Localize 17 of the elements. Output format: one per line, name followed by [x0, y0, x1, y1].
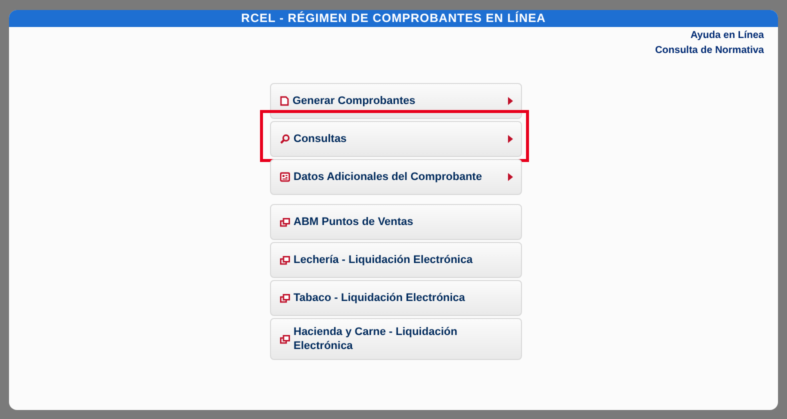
menu-item[interactable]: Tabaco - Liquidación Electrónica	[270, 280, 522, 316]
menu-item[interactable]: Datos Adicionales del Comprobante	[270, 159, 522, 195]
menu-item[interactable]: Lechería - Liquidación Electrónica	[270, 242, 522, 278]
document-icon	[280, 96, 288, 106]
help-link[interactable]: Ayuda en Línea	[690, 29, 764, 43]
menu-item[interactable]: ABM Puntos de Ventas	[270, 204, 522, 240]
menu-item[interactable]: Hacienda y Carne - Liquidación Electrónica	[270, 318, 522, 360]
card-icon	[280, 172, 290, 182]
windows-icon	[280, 294, 290, 302]
windows-icon	[280, 256, 290, 264]
help-link[interactable]: Consulta de Normativa	[655, 44, 764, 58]
menu-item[interactable]: Generar Comprobantes	[270, 83, 522, 119]
windows-icon	[280, 218, 290, 226]
window-title: RCEL - RÉGIMEN DE COMPROBANTES EN LÍNEA	[9, 10, 778, 27]
menu-item[interactable]: Consultas	[270, 121, 522, 157]
search-icon	[280, 134, 290, 144]
windows-icon	[280, 334, 290, 344]
